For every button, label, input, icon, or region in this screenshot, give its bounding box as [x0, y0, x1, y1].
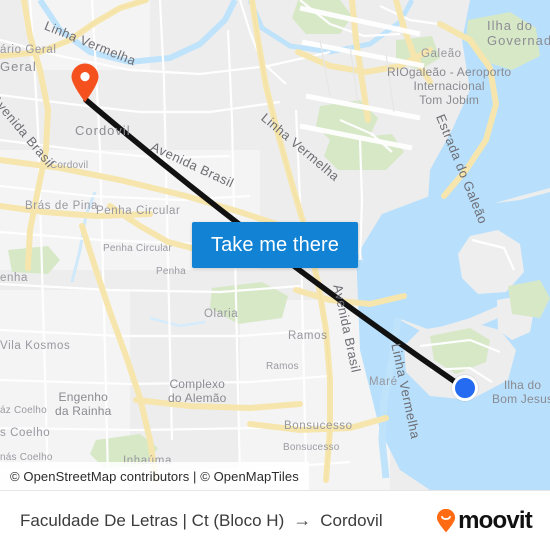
moovit-logo[interactable]: moovit	[436, 506, 533, 535]
moovit-wordmark: moovit	[458, 506, 533, 534]
take-me-there-button[interactable]: Take me there	[192, 222, 358, 268]
origin-map-pin[interactable]	[70, 63, 100, 103]
trip-origin-label: Faculdade De Letras | Ct (Bloco H)	[20, 510, 285, 530]
map-canvas[interactable]: Ilha doGovernadorGaleãoRIOgaleão - Aerop…	[0, 0, 550, 490]
destination-map-marker[interactable]	[452, 375, 478, 401]
arrow-right-icon: →	[293, 510, 312, 530]
trip-destination-label: Cordovil	[320, 510, 383, 530]
map-attribution: © OpenStreetMap contributors | © OpenMap…	[0, 462, 309, 490]
trip-summary: Faculdade De Letras | Ct (Bloco H) → Cor…	[20, 510, 436, 531]
moovit-pin-smile-icon	[436, 508, 456, 533]
trip-footer: Faculdade De Letras | Ct (Bloco H) → Cor…	[0, 490, 550, 550]
moovit-trip-map-screen: Ilha doGovernadorGaleãoRIOgaleão - Aerop…	[0, 0, 550, 550]
attribution-text: © OpenStreetMap contributors | © OpenMap…	[10, 468, 299, 484]
